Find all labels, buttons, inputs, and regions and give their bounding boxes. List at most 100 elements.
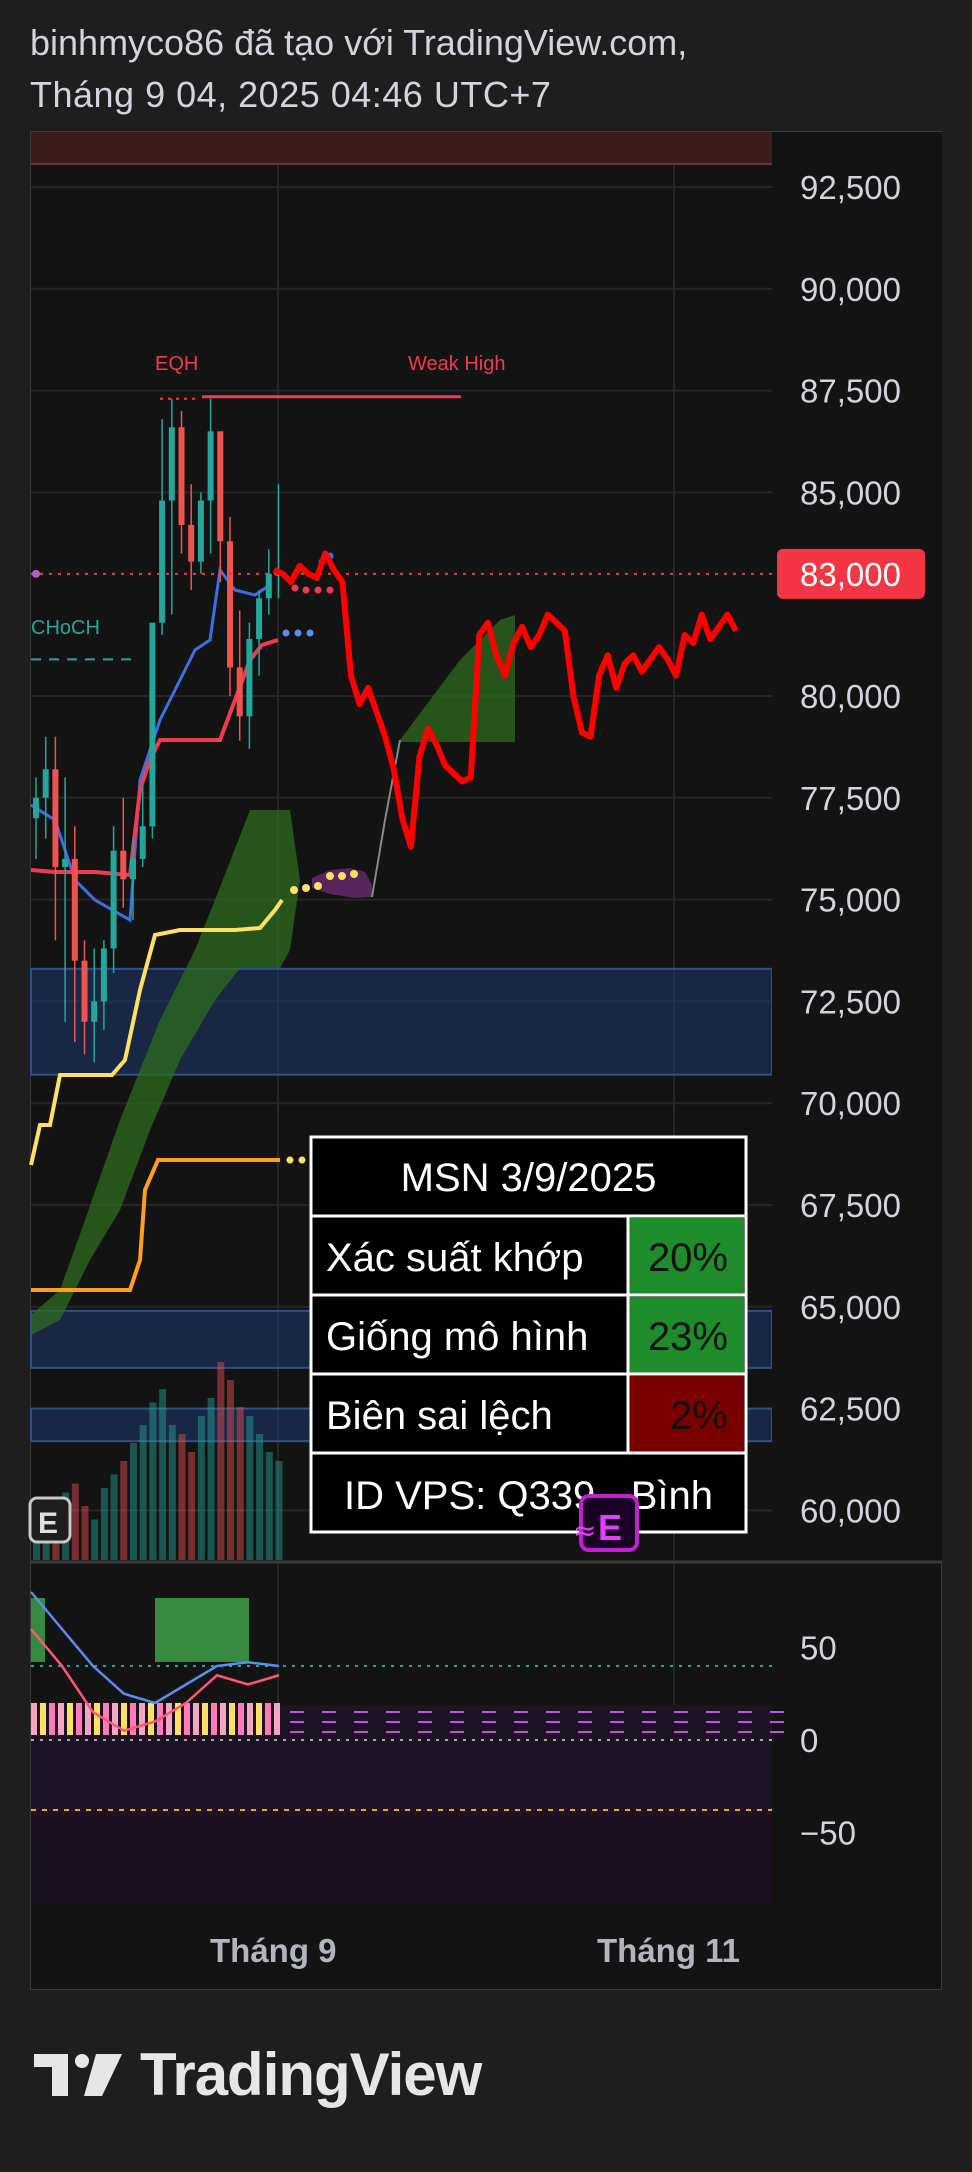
candle-body [246,638,253,717]
last-price-marker [32,569,40,578]
oscillator-tick-label: −50 [800,1815,856,1852]
candle-body [188,524,195,562]
candle-body [62,858,69,868]
volume-bar [188,1452,196,1560]
candle-body [120,850,127,880]
oscillator-bar [49,1703,55,1735]
candle-body [256,598,263,639]
forecast-dot [338,872,346,880]
oscillator-bar [112,1703,118,1735]
candle-body [33,797,39,819]
volume-bar [178,1434,186,1560]
oscillator-bar [238,1703,244,1735]
price-tick-label: 90,000 [800,271,901,308]
forecast-dot [294,629,302,637]
volume-bar [207,1398,215,1560]
indicator-row-label: Xác suất khớp [326,1236,583,1280]
volume-bar [71,1483,79,1560]
price-tick-label: 80,000 [800,678,901,715]
forecast-dot [291,584,299,592]
forecast-dot [350,870,358,878]
oscillator-bar [247,1703,253,1735]
oscillator-bar [58,1703,64,1735]
tradingview-logo-icon [34,2053,122,2096]
price-tick-label: 92,500 [800,169,901,206]
candle-body [159,500,166,623]
candle-body [71,858,78,961]
oscillator-bar [220,1703,226,1735]
candle-body [168,427,175,501]
candle-body [91,1001,98,1022]
price-tick-label: 65,000 [800,1289,901,1326]
indicator-table-footer: ID VPS: Q339 - Bình [344,1474,713,1518]
earnings-marker-wave-icon: ≈ [573,1514,596,1547]
oscillator-bar [67,1703,73,1735]
eqh-label: EQH [155,353,198,375]
oscillator-bar [166,1703,172,1735]
price-tick-label: 60,000 [800,1492,901,1529]
candle-body [139,826,146,859]
oscillator-bar [229,1703,235,1735]
candle-body [197,500,204,562]
volume-bar [256,1434,264,1560]
volume-bar [159,1389,167,1560]
price-chart-svg[interactable]: EQH Weak High CHoCH 92,500 90,000 87,500 85,00… [0,0,972,2172]
forecast-dot [302,586,310,594]
candle-body [265,573,272,599]
oscillator-bar [139,1703,145,1735]
volume-bar [168,1425,176,1560]
price-tick-label: 87,500 [800,373,901,410]
forecast-dot [314,586,322,594]
oscillator-bar [31,1703,37,1735]
tradingview-wordmark: TradingView [140,2041,482,2108]
indicator-row-label: Biên sai lệch [326,1394,553,1438]
earnings-marker-purple-label: E [598,1507,622,1548]
indicator-row-value: 2% [670,1394,728,1438]
forecast-dot [326,586,334,594]
forecast-dot [282,629,290,637]
candle-body [42,769,49,798]
oscillator-bar [193,1703,199,1735]
volume-bar [275,1461,283,1560]
forecast-dot [326,872,334,880]
volume-bar [217,1362,225,1560]
indicator-row-label: Giống mô hình [326,1315,588,1359]
volume-bar [110,1474,118,1560]
candle-body [217,431,224,542]
earnings-marker-left-label: E [38,1507,58,1540]
price-axis [772,132,942,1562]
indicator-row-value: 23% [648,1315,728,1359]
price-tick-label: 75,000 [800,882,901,919]
oscillator-bar [265,1703,271,1735]
tradingview-logo[interactable]: TradingView [34,2040,482,2109]
candle-body [149,622,156,827]
volume-bar [246,1416,254,1560]
volume-bar [81,1506,89,1560]
volume-bar [120,1461,128,1560]
price-tick-label: 70,000 [800,1085,901,1122]
volume-bar [265,1452,273,1560]
forecast-dot [302,884,310,892]
candle-body [110,850,117,949]
oscillator-bar [211,1703,217,1735]
volume-bar [130,1443,137,1560]
price-tick-label: 67,500 [800,1187,901,1224]
x-axis-label: Tháng 11 [597,1932,740,1969]
oscillator-bar [184,1703,190,1735]
candle-body [100,948,107,1002]
oscillator-bar [202,1703,208,1735]
oscillator-bar [256,1703,262,1735]
forecast-dot [298,1156,306,1164]
x-axis-label: Tháng 9 [210,1932,337,1969]
price-tick-label: 85,000 [800,474,901,511]
price-tick-label: 77,500 [800,780,901,817]
top-supply-band [31,132,772,164]
oscillator-bar [130,1703,136,1735]
volume-bar [139,1425,147,1560]
oscillator-tick-label: 0 [800,1722,818,1759]
candle-body [227,541,233,668]
indicator-row-value: 20% [648,1236,728,1280]
candle-body [236,667,243,717]
volume-bar [100,1488,108,1560]
choch-label: CHoCH [31,617,100,639]
